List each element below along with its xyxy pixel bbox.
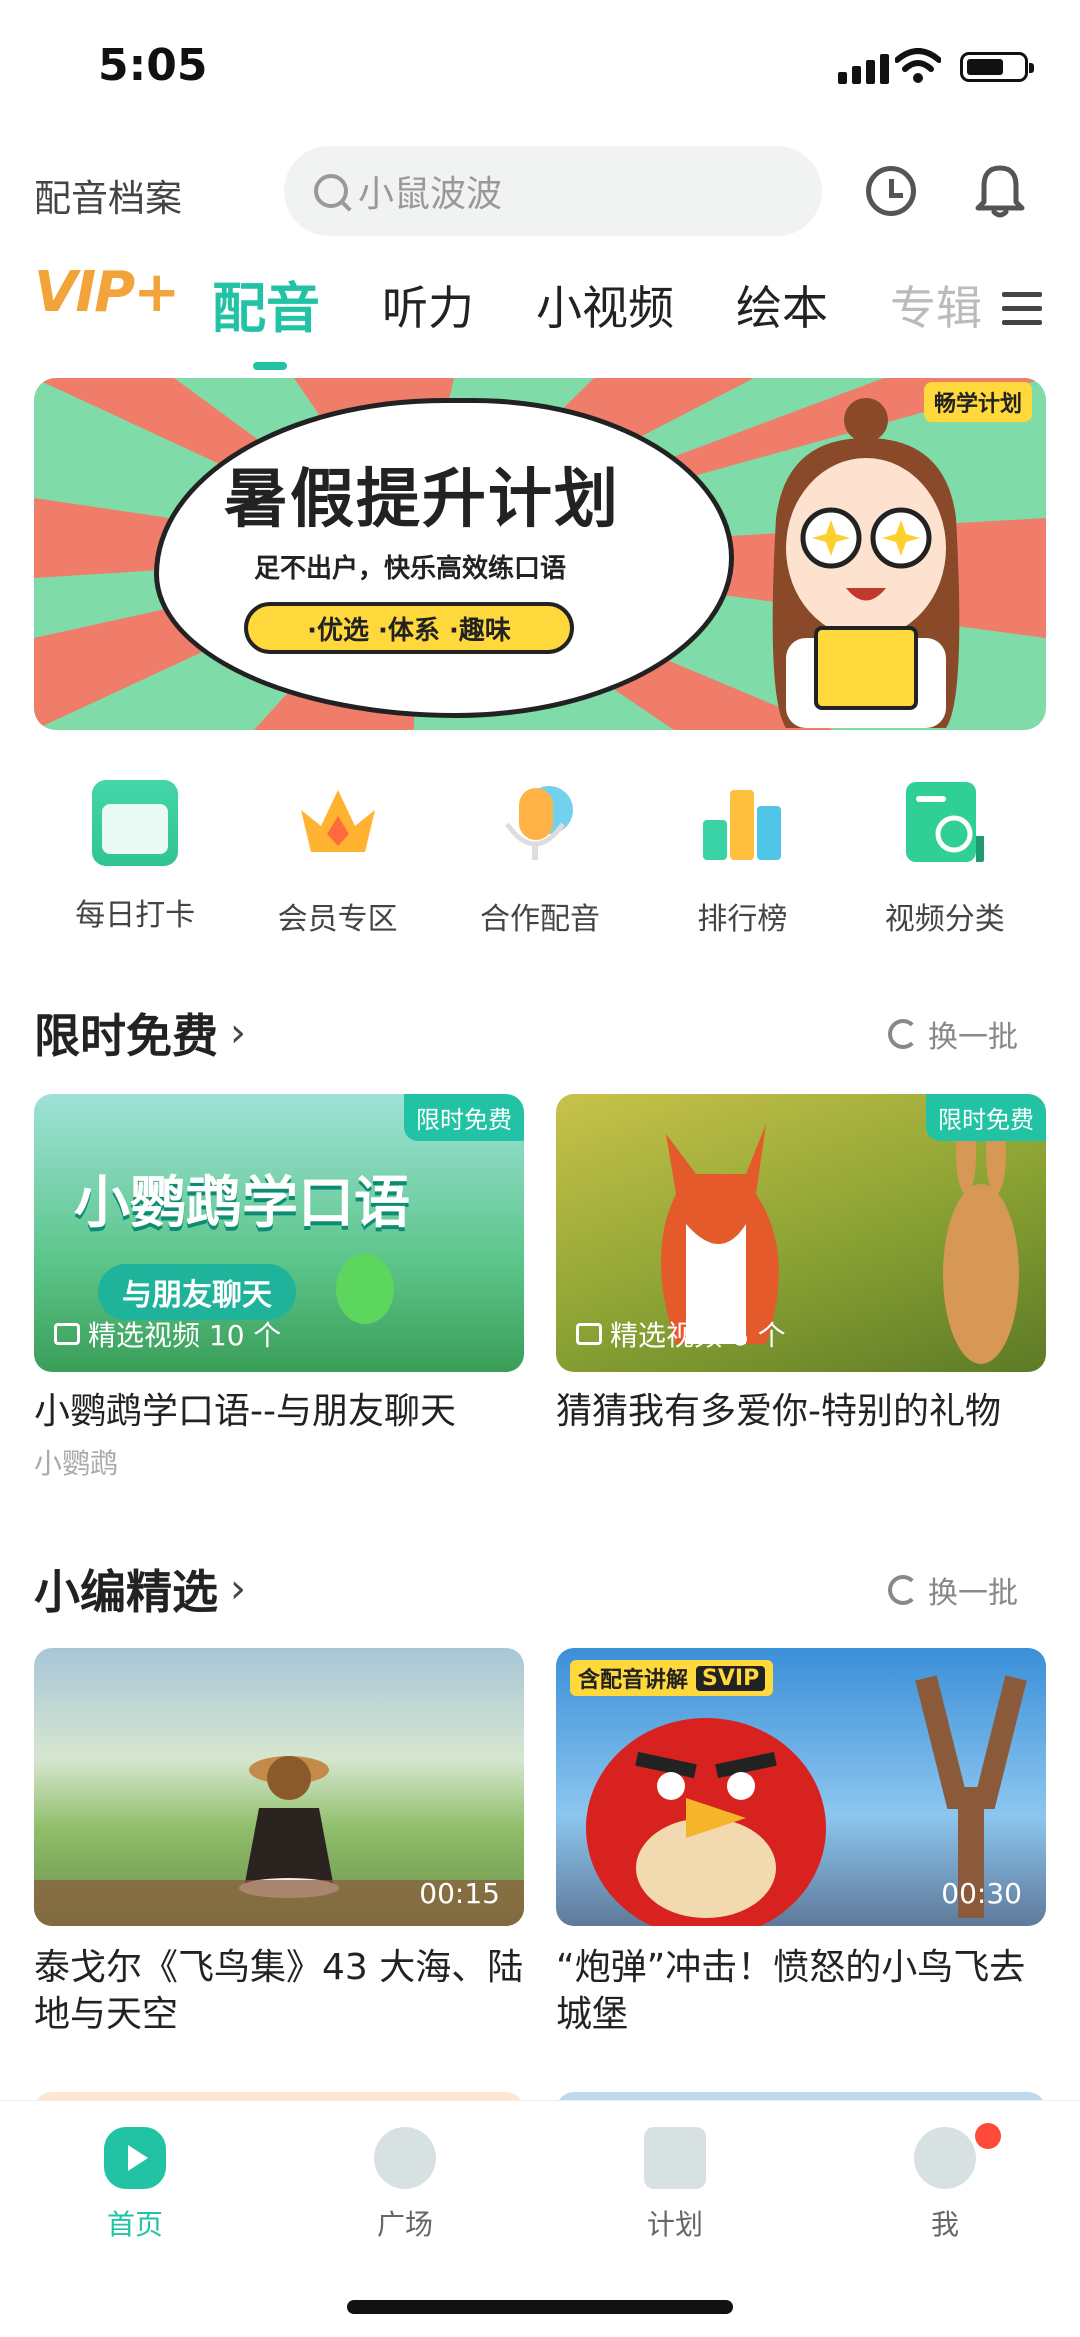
badge-label: 含配音讲解: [578, 1668, 689, 1693]
quick-item-video-category[interactable]: 视频分类: [860, 780, 1030, 938]
quick-label: 排行榜: [697, 902, 788, 937]
refresh-button[interactable]: 换一批: [888, 1012, 1018, 1056]
active-tab-indicator: [253, 362, 287, 370]
tab-album[interactable]: 专辑: [890, 272, 982, 343]
quick-item-leaderboard[interactable]: 排行榜: [657, 780, 827, 938]
nav-me[interactable]: 我: [845, 2123, 1045, 2337]
card-duration: 00:30: [941, 1877, 1022, 1910]
quick-item-member-zone[interactable]: 会员专区: [253, 780, 423, 938]
section-title: 小编精选: [34, 1565, 218, 1619]
search-icon: [314, 174, 348, 208]
angry-bird-illustration: [586, 1718, 826, 1926]
search-placeholder: 小鼠波波: [358, 174, 503, 215]
card-title[interactable]: “炮弹”冲击！愤怒的小鸟飞去城堡: [556, 1944, 1046, 2038]
bell-icon[interactable]: [974, 160, 1026, 218]
tab-short-video[interactable]: 小视频: [536, 272, 674, 343]
cover-title: 小鹦鹉学口语: [74, 1171, 410, 1236]
wifi-icon: [895, 48, 941, 83]
parrot-icon: [336, 1254, 394, 1324]
nav-label: 首页: [106, 2208, 163, 2241]
refresh-label: 换一批: [928, 1576, 1018, 1611]
refresh-icon: [888, 1575, 918, 1605]
tab-picture-book[interactable]: 绘本: [736, 272, 828, 343]
dubbing-explain-badge: 含配音讲解 SVIP: [570, 1660, 774, 1696]
meta-label: 精选视频 10 个: [88, 1319, 282, 1352]
card-title[interactable]: 猜猜我有多爱你-特别的礼物: [556, 1388, 1046, 1435]
menu-icon[interactable]: [1002, 292, 1042, 328]
nav-label: 广场: [376, 2208, 433, 2241]
search-input[interactable]: 小鼠波波: [284, 146, 822, 236]
quick-item-co-dubbing[interactable]: 合作配音: [455, 780, 625, 938]
history-clock-icon[interactable]: [866, 166, 916, 216]
banner-subtitle: 足不出户，快乐高效练口语: [254, 554, 567, 584]
rabbit-illustration: [943, 1114, 1019, 1364]
girl-illustration: [772, 398, 960, 728]
card-title[interactable]: 泰戈尔《飞鸟集》43 大海、陆地与天空: [34, 1944, 524, 2038]
microphone-icon: [504, 786, 573, 860]
vip-tab[interactable]: VIP+: [34, 260, 180, 325]
nav-home[interactable]: 首页: [35, 2127, 235, 2337]
svip-badge: SVIP: [696, 1665, 766, 1691]
book-icon: [644, 2127, 706, 2189]
card-meta: 精选视频 6 个: [576, 1314, 786, 1354]
card-duration: 00:15: [419, 1877, 500, 1910]
promo-banner[interactable]: 暑假提升计划 足不出户，快乐高效练口语 ·优选 ·体系 ·趣味 畅学计划: [34, 378, 1046, 730]
quick-label: 视频分类: [884, 902, 1005, 937]
quick-item-daily-checkin[interactable]: 每日打卡: [50, 780, 220, 938]
quick-label: 会员专区: [277, 902, 398, 937]
tab-dubbing[interactable]: 配音: [212, 264, 320, 343]
profile-icon: [914, 2127, 976, 2189]
free-card-2[interactable]: 限时免费 精选视频 6 个: [556, 1094, 1046, 1372]
section-picks-header[interactable]: 小编精选 ›: [34, 1556, 246, 1622]
category-tabs: 配音 听力 小视频 绘本 专辑: [212, 272, 1044, 343]
nav-label: 我: [930, 2208, 959, 2241]
pick-card-1[interactable]: 00:15: [34, 1648, 524, 1926]
folder-icon: [54, 1323, 80, 1345]
chevron-right-icon: ›: [230, 1010, 246, 1056]
cover-pill: 与朋友聊天: [98, 1264, 296, 1320]
card-author: 小鹦鹉: [34, 1447, 119, 1480]
section-free-header[interactable]: 限时免费 ›: [34, 1000, 246, 1066]
dubbing-profile-link[interactable]: 配音档案: [34, 168, 182, 222]
ranking-icon: [703, 790, 782, 860]
signal-icon: [838, 54, 889, 84]
banner-pill: ·优选 ·体系 ·趣味: [244, 602, 574, 654]
refresh-label: 换一批: [928, 1020, 1018, 1055]
calendar-icon: [92, 780, 179, 866]
folder-icon: [576, 1323, 602, 1345]
card-meta: 精选视频 10 个: [54, 1314, 281, 1354]
category-icon: [905, 782, 984, 862]
tab-listening[interactable]: 听力: [382, 272, 474, 343]
crown-icon: [300, 790, 375, 852]
quick-label: 合作配音: [479, 902, 600, 937]
play-icon: [104, 2127, 166, 2189]
pick-card-2[interactable]: 含配音讲解 SVIP 00:30: [556, 1648, 1046, 1926]
card-badge: 限时免费: [926, 1094, 1046, 1141]
quick-label: 每日打卡: [75, 898, 196, 933]
notification-dot: [975, 2123, 1001, 2149]
home-indicator: [347, 2300, 733, 2314]
nav-label: 计划: [646, 2208, 703, 2241]
card-badge: 限时免费: [404, 1094, 524, 1141]
free-card-1[interactable]: 小鹦鹉学口语 与朋友聊天 限时免费 精选视频 10 个: [34, 1094, 524, 1372]
refresh-button[interactable]: 换一批: [888, 1568, 1018, 1612]
girl-back-illustration: [239, 1756, 339, 1898]
banner-title: 暑假提升计划: [224, 463, 620, 537]
status-time: 5:05: [98, 40, 208, 91]
refresh-icon: [888, 1019, 918, 1049]
chat-bubble-icon: [374, 2127, 436, 2189]
card-title[interactable]: 小鹦鹉学口语--与朋友聊天: [34, 1388, 524, 1435]
meta-label: 精选视频 6 个: [610, 1319, 786, 1352]
quick-menu: 每日打卡 会员专区 合作配音 排行榜 视频分类: [34, 780, 1046, 938]
battery-icon: [960, 52, 1034, 82]
section-title: 限时免费: [34, 1009, 218, 1063]
chevron-right-icon: ›: [230, 1566, 246, 1612]
